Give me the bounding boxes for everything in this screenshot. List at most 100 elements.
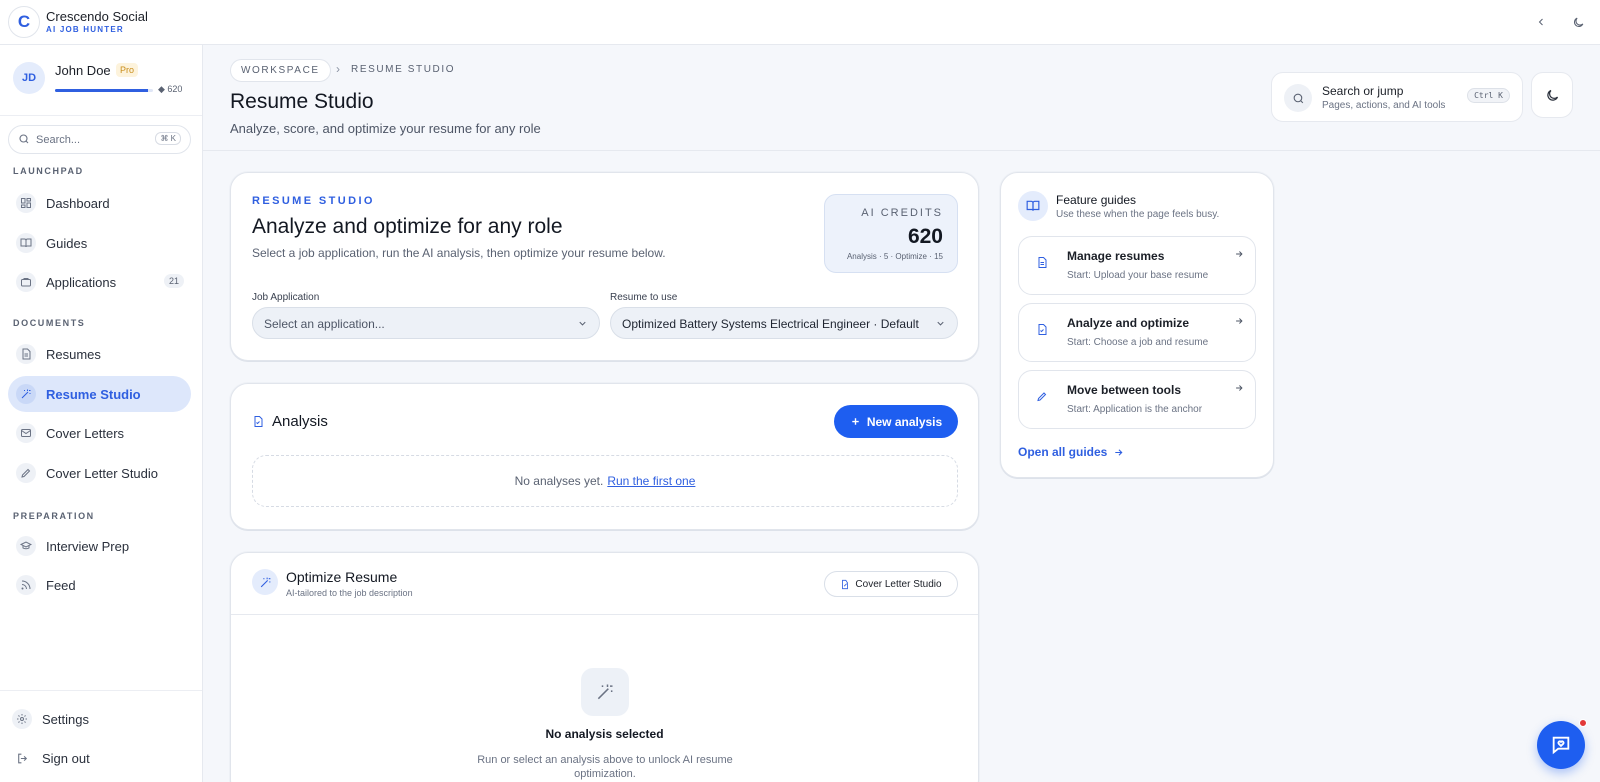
header-divider (203, 150, 1600, 151)
applications-count-badge: 21 (163, 274, 184, 288)
sidebar-item-label: Dashboard (46, 196, 110, 211)
command-search-title: Search or jump (1322, 84, 1404, 98)
chevron-left-icon (1538, 18, 1543, 26)
job-application-value: Select an application... (264, 317, 385, 331)
sidebar-item-resume-studio[interactable]: Resume Studio (8, 376, 191, 412)
arrow-right-icon (1115, 448, 1123, 456)
sidebar-item-guides[interactable]: Guides (8, 225, 191, 261)
guide-item-move-between-tools[interactable]: Move between tools Start: Application is… (1018, 370, 1256, 429)
sidebar-divider (0, 690, 202, 691)
breadcrumb-root[interactable]: WORKSPACE (230, 59, 331, 82)
sidebar-item-applications[interactable]: Applications 21 (8, 264, 191, 300)
sign-out-icon (12, 748, 32, 768)
book-icon (16, 233, 36, 253)
moon-icon (1573, 17, 1583, 27)
sidebar-item-resumes[interactable]: Resumes (8, 336, 191, 372)
notification-dot (1579, 719, 1587, 727)
search-icon (18, 133, 30, 145)
breadcrumb-separator-icon: › (336, 62, 340, 76)
section-label-documents: DOCUMENTS (13, 318, 86, 328)
optimize-divider (231, 614, 978, 615)
analysis-empty-state: No analyses yet. Run the first one (252, 455, 958, 507)
app-logo[interactable]: C (8, 6, 40, 38)
feature-guides-subtitle: Use these when the page feels busy. (1056, 209, 1220, 220)
resume-select[interactable]: Optimized Battery Systems Electrical Eng… (610, 307, 958, 339)
book-icon (1018, 191, 1048, 221)
sidebar-item-cover-letter-studio[interactable]: Cover Letter Studio (8, 455, 191, 491)
analysis-title: Analysis (272, 413, 328, 430)
open-all-guides-link[interactable]: Open all guides (1018, 445, 1124, 459)
search-placeholder: Search... (36, 134, 81, 146)
feature-guides-card: Feature guides Use these when the page f… (1000, 172, 1274, 478)
sidebar: JD John Doe Pro ◆ 620 Search... ⌘ K LAUN… (0, 45, 203, 782)
chat-heart-icon (1552, 736, 1570, 755)
sidebar-search[interactable]: Search... ⌘ K (8, 125, 191, 154)
sidebar-item-interview-prep[interactable]: Interview Prep (8, 528, 191, 564)
open-all-guides-label: Open all guides (1018, 445, 1108, 459)
sidebar-item-label: Applications (46, 275, 117, 290)
sidebar-item-cover-letters[interactable]: Cover Letters (8, 415, 191, 451)
theme-toggle-button[interactable] (1531, 72, 1573, 118)
card-heading: Analyze and optimize for any role (252, 215, 563, 238)
sidebar-item-settings[interactable]: Settings (4, 701, 187, 737)
ai-credits-label: AI CREDITS (861, 207, 943, 219)
document-icon (16, 344, 36, 364)
theme-toggle-top[interactable] (1568, 12, 1588, 32)
sidebar-item-sign-out[interactable]: Sign out (4, 740, 187, 776)
optimize-subtitle: AI-tailored to the job description (286, 588, 413, 598)
gear-icon (12, 709, 32, 729)
optimize-title: Optimize Resume (286, 569, 398, 585)
ai-credits-value: 620 (907, 225, 943, 248)
run-first-analysis-link[interactable]: Run the first one (607, 474, 695, 488)
sidebar-item-label: Interview Prep (46, 539, 130, 554)
sidebar-item-label: Cover Letter Studio (46, 466, 159, 481)
guide-item-title: Manage resumes (1067, 249, 1165, 263)
collapse-sidebar-button[interactable] (1531, 12, 1551, 32)
sidebar-item-dashboard[interactable]: Dashboard (8, 185, 191, 221)
optimize-resume-card: Optimize Resume AI-tailored to the job d… (230, 552, 979, 782)
optimize-empty-title: No analysis selected (545, 727, 664, 741)
guide-item-title: Analyze and optimize (1067, 316, 1190, 330)
credit-count-value: 620 (167, 84, 183, 94)
avatar: JD (13, 62, 45, 94)
cover-letter-studio-button[interactable]: Cover Letter Studio (824, 571, 958, 597)
plan-badge: Pro (116, 63, 139, 77)
document-check-icon (1036, 323, 1048, 336)
command-search-subtitle: Pages, actions, and AI tools (1322, 100, 1446, 111)
chat-support-button[interactable] (1537, 721, 1585, 769)
new-analysis-button[interactable]: New analysis (834, 405, 958, 438)
cover-letter-studio-label: Cover Letter Studio (855, 578, 942, 590)
sidebar-item-label: Settings (42, 712, 89, 727)
plus-icon (852, 418, 859, 425)
document-check-icon (252, 415, 264, 428)
command-search-button[interactable]: Search or jump Pages, actions, and AI to… (1271, 72, 1523, 122)
ai-credits-panel: AI CREDITS 620 Analysis · 5 · Optimize ·… (824, 194, 958, 273)
sidebar-item-label: Resume Studio (46, 387, 141, 402)
top-bar: C Crescendo Social AI JOB HUNTER (0, 0, 1600, 45)
analysis-card: Analysis New analysis No analyses yet. R… (230, 383, 979, 530)
moon-icon (1546, 89, 1558, 101)
document-pen-icon (842, 579, 849, 589)
arrow-right-icon (1234, 249, 1244, 259)
section-label-preparation: PREPARATION (13, 511, 95, 521)
feature-guides-title: Feature guides (1056, 193, 1137, 207)
chevron-down-icon (935, 318, 946, 329)
sidebar-item-label: Guides (46, 236, 88, 251)
mail-icon (16, 423, 36, 443)
sidebar-item-feed[interactable]: Feed (8, 567, 191, 603)
guide-item-title: Move between tools (1067, 383, 1182, 397)
guide-item-manage-resumes[interactable]: Manage resumes Start: Upload your base r… (1018, 236, 1256, 295)
guide-item-analyze-optimize[interactable]: Analyze and optimize Start: Choose a job… (1018, 303, 1256, 362)
user-profile[interactable]: JD John Doe Pro ◆ 620 (0, 45, 202, 116)
rss-icon (16, 575, 36, 595)
resume-studio-card: RESUME STUDIO Analyze and optimize for a… (230, 172, 979, 361)
magic-wand-icon (252, 569, 278, 595)
guide-item-subtitle: Start: Choose a job and resume (1067, 337, 1209, 348)
credit-progress-bar (55, 89, 153, 92)
document-icon (1036, 256, 1048, 269)
sidebar-item-label: Cover Letters (46, 426, 125, 441)
dashboard-icon (16, 193, 36, 213)
job-application-select[interactable]: Select an application... (252, 307, 600, 339)
sidebar-item-label: Resumes (46, 347, 101, 362)
guide-item-subtitle: Start: Upload your base resume (1067, 270, 1209, 281)
